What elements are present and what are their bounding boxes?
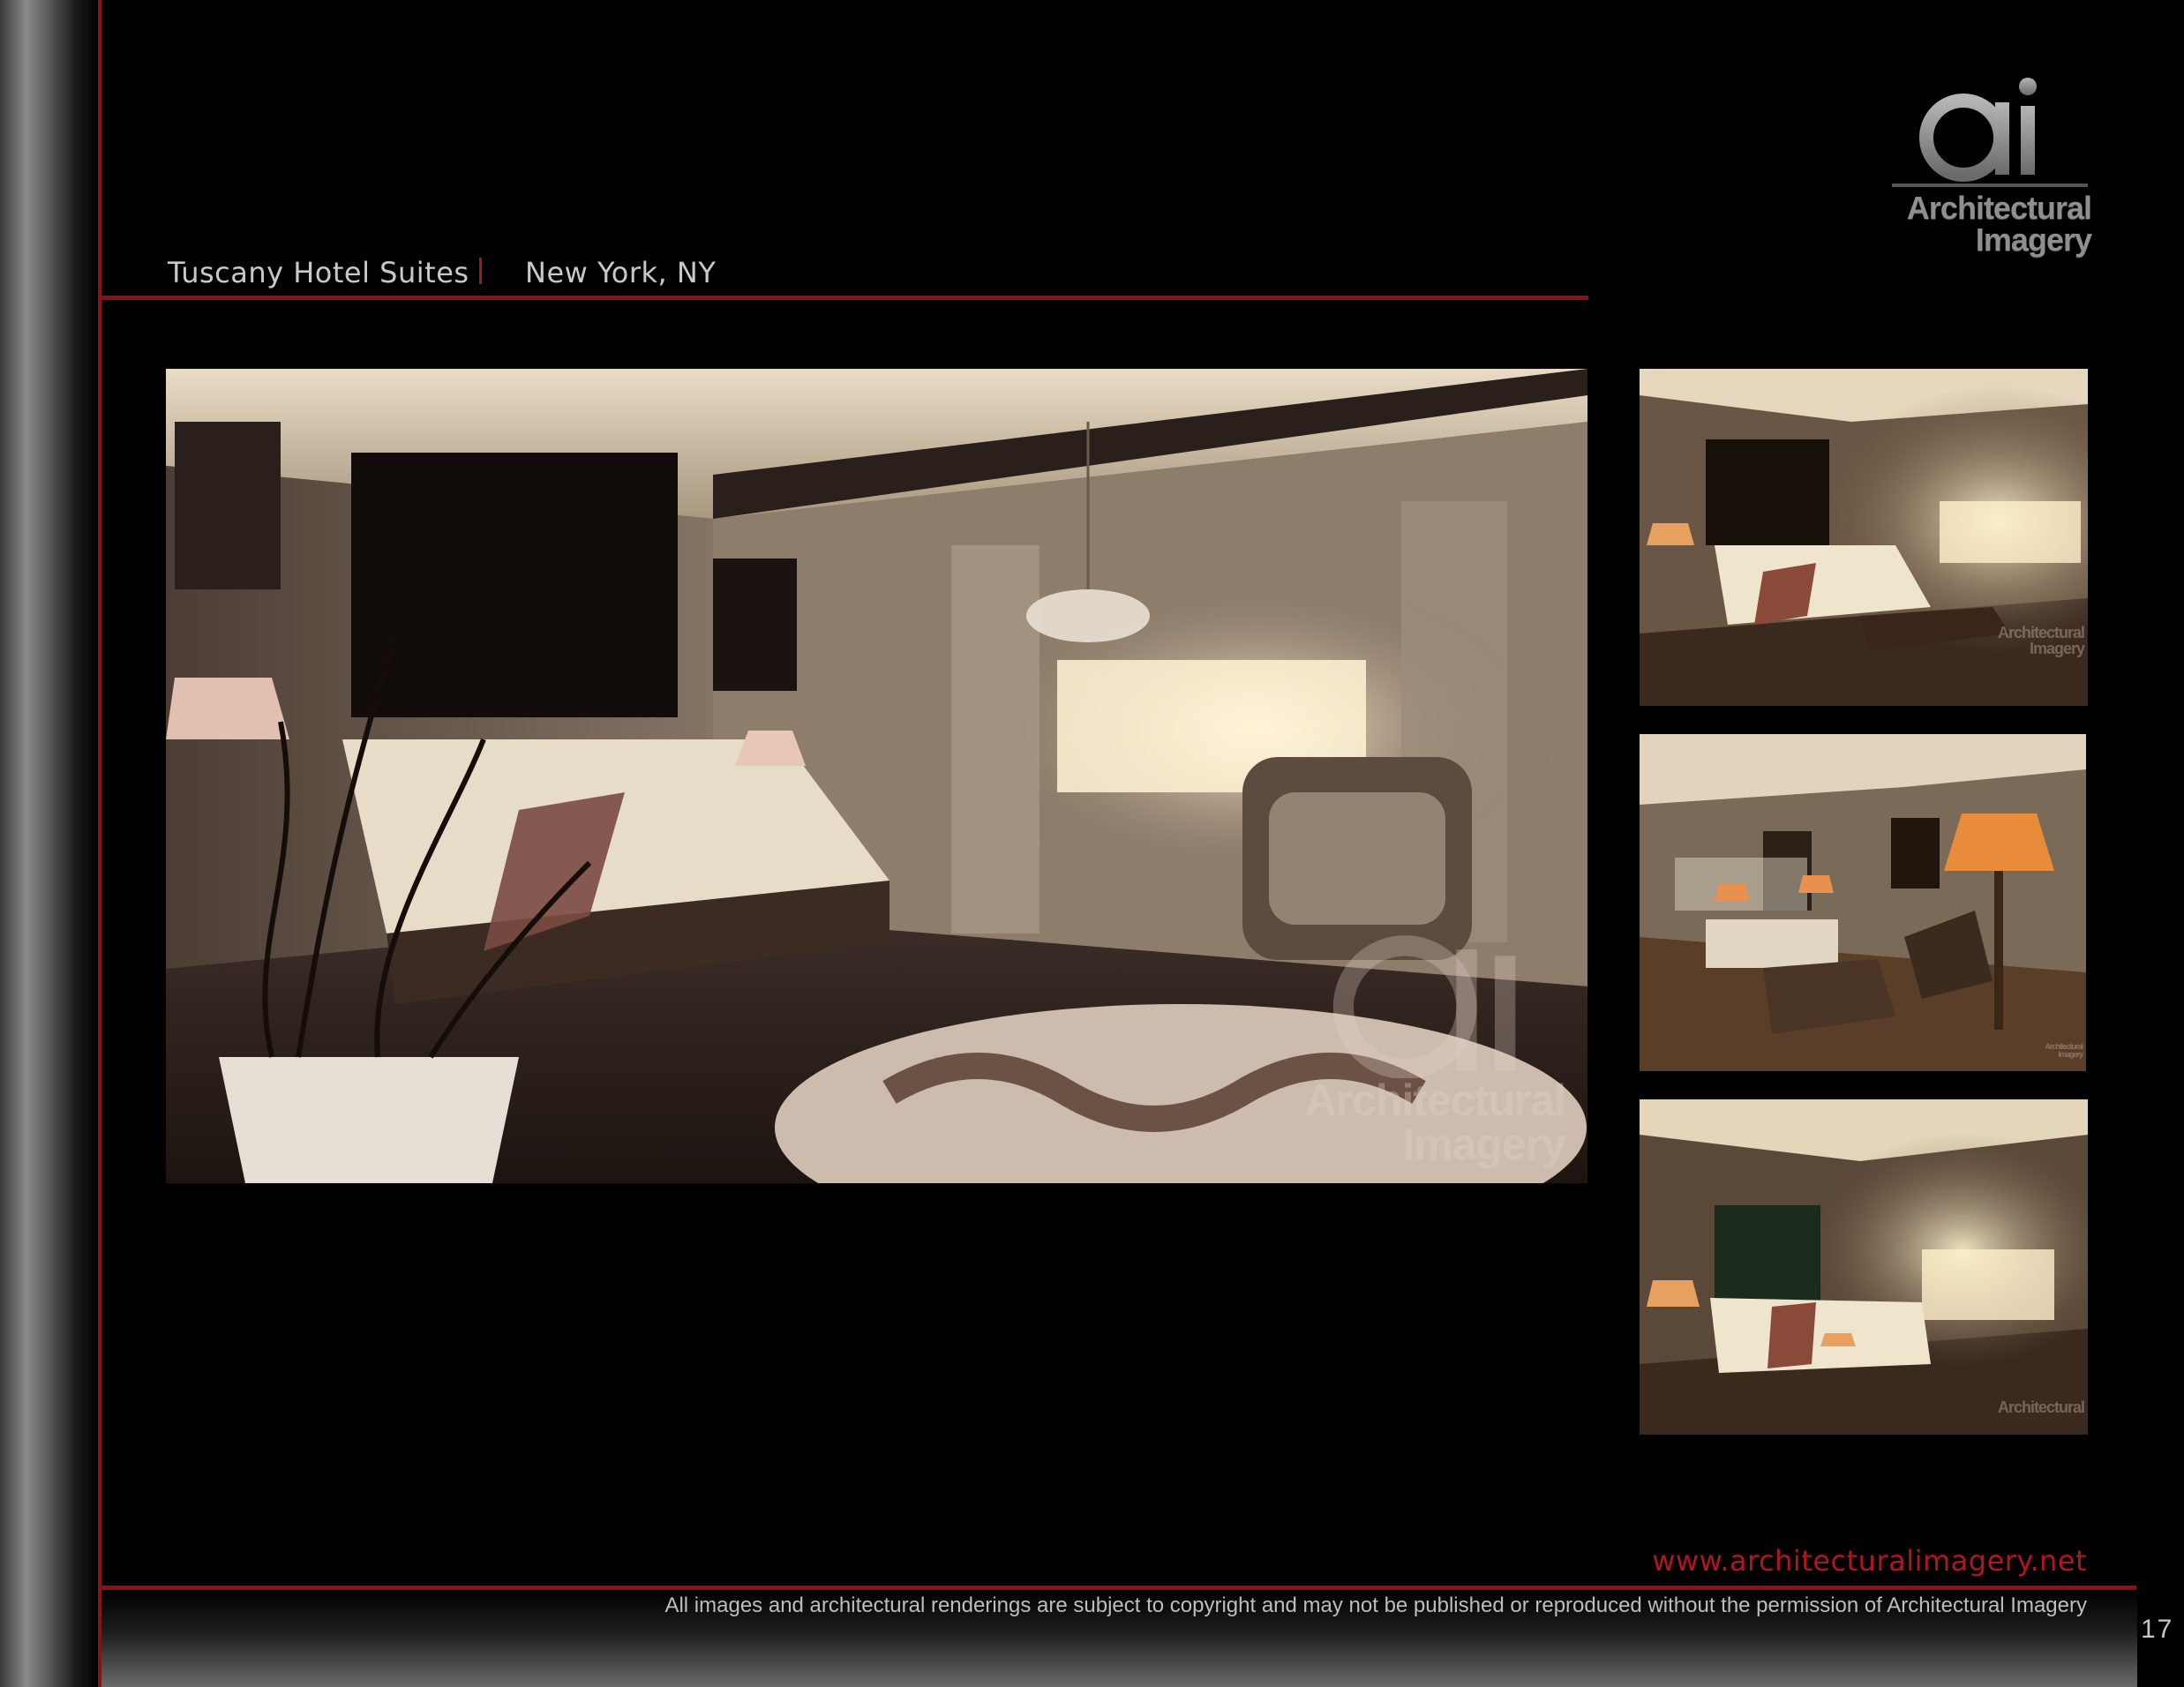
logo-divider [1892, 184, 2088, 187]
thumbnail-2-watermark: Architectural Imagery [2045, 1042, 2083, 1059]
page-number: 17 [2141, 1615, 2174, 1644]
thumbnail-3-watermark: Architectural [1997, 1398, 2085, 1416]
watermark-text-line2: Imagery [1402, 1119, 1566, 1169]
thumbnail-bedroom-3: Architectural [1640, 1099, 2088, 1435]
logo-text-line1: Architectural [1906, 190, 2092, 226]
ai-logo-icon [1919, 78, 2037, 182]
main-watermark: Architectural Imagery [1283, 898, 1566, 1169]
website-link[interactable]: www.architecturalimagery.net [1652, 1544, 2087, 1578]
header-accent-line [98, 296, 1588, 300]
copyright-notice: All images and architectural renderings … [664, 1593, 2087, 1617]
footer-accent-line [98, 1586, 2136, 1590]
project-title: Tuscany Hotel Suites [168, 256, 469, 289]
watermark-text-line1: Architectural [1304, 1075, 1566, 1125]
main-bedroom-rendering: Architectural Imagery [166, 369, 1587, 1183]
left-accent-line [98, 0, 101, 1687]
portfolio-page: Tuscany Hotel Suites New York, NY Archit… [0, 0, 2184, 1687]
company-logo: Architectural Imagery [1880, 69, 2092, 263]
thumbnail-bedroom-2: Architectural Imagery [1640, 734, 2086, 1071]
logo-text-line2: Imagery [1975, 221, 2092, 258]
binding-shade [0, 0, 99, 1687]
thumbnail-bedroom-1: Architectural Imagery [1640, 369, 2088, 706]
project-location: New York, NY [525, 256, 717, 289]
thumbnail-1-watermark: Architectural Imagery [1997, 624, 2085, 657]
title-separator [479, 258, 482, 284]
watermark-ai-icon [1332, 935, 1516, 1078]
